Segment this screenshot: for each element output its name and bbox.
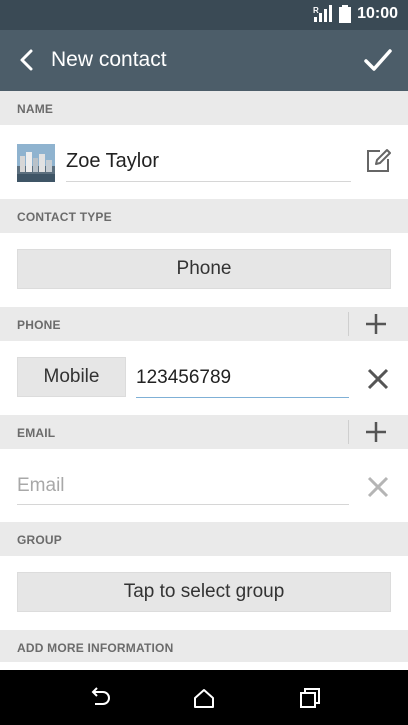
save-button[interactable] (362, 44, 394, 76)
phone-type-button[interactable]: Mobile (17, 357, 126, 397)
more-info-section-label: ADD MORE INFORMATION (17, 641, 174, 655)
clear-icon (367, 476, 389, 498)
clear-email-button[interactable] (364, 473, 392, 501)
avatar[interactable] (17, 144, 55, 182)
email-section-header: EMAIL (0, 415, 408, 449)
group-row: Tap to select group (0, 556, 408, 630)
clear-icon (367, 368, 389, 390)
name-row: Zoe Taylor (0, 125, 408, 199)
group-section-label: GROUP (17, 533, 63, 547)
phone-section-header: PHONE (0, 307, 408, 341)
contact-type-row: Phone (0, 233, 408, 307)
more-info-section-header: ADD MORE INFORMATION (0, 630, 408, 662)
plus-icon (366, 422, 386, 442)
contact-type-section-label: CONTACT TYPE (17, 210, 112, 224)
group-select-button[interactable]: Tap to select group (17, 572, 391, 612)
name-underline (66, 181, 351, 182)
status-icons: R 10:00 (313, 5, 398, 23)
back-nav-icon (91, 687, 110, 705)
phone-input[interactable]: 123456789 (136, 367, 231, 389)
name-field[interactable]: Zoe Taylor (66, 150, 159, 173)
name-section-header: NAME (0, 91, 408, 125)
recents-icon (300, 688, 320, 708)
home-button[interactable] (191, 685, 217, 711)
status-bar: R 10:00 (0, 0, 408, 30)
app-bar: New contact (0, 30, 408, 91)
checkmark-icon (364, 49, 392, 71)
battery-icon (339, 5, 352, 23)
signal-icon: R (313, 5, 333, 22)
edit-icon (367, 149, 391, 172)
back-button[interactable] (14, 46, 42, 74)
phone-section-label: PHONE (17, 318, 61, 332)
avatar-photo (17, 144, 55, 182)
email-section-label: EMAIL (17, 426, 56, 440)
clear-phone-button[interactable] (364, 365, 392, 393)
group-section-header: GROUP (0, 522, 408, 556)
contact-type-section-header: CONTACT TYPE (0, 199, 408, 233)
email-row: Email (0, 449, 408, 522)
name-section-label: NAME (17, 102, 54, 116)
phone-divider (348, 312, 349, 336)
status-time: 10:00 (357, 5, 398, 22)
edit-name-button[interactable] (364, 147, 392, 175)
back-arrow-icon (20, 49, 33, 71)
back-nav-button[interactable] (86, 685, 112, 711)
navigation-bar (0, 670, 408, 725)
page-title: New contact (51, 48, 167, 71)
plus-icon (366, 314, 386, 334)
svg-text:R: R (313, 6, 319, 15)
recents-button[interactable] (297, 685, 323, 711)
email-underline (17, 504, 349, 505)
contact-type-button[interactable]: Phone (17, 249, 391, 289)
add-email-button[interactable] (362, 420, 390, 444)
home-icon (194, 689, 214, 708)
email-input[interactable]: Email (17, 475, 65, 497)
phone-underline (136, 397, 349, 398)
email-divider (348, 420, 349, 444)
add-phone-button[interactable] (362, 312, 390, 336)
phone-row: Mobile 123456789 (0, 341, 408, 415)
